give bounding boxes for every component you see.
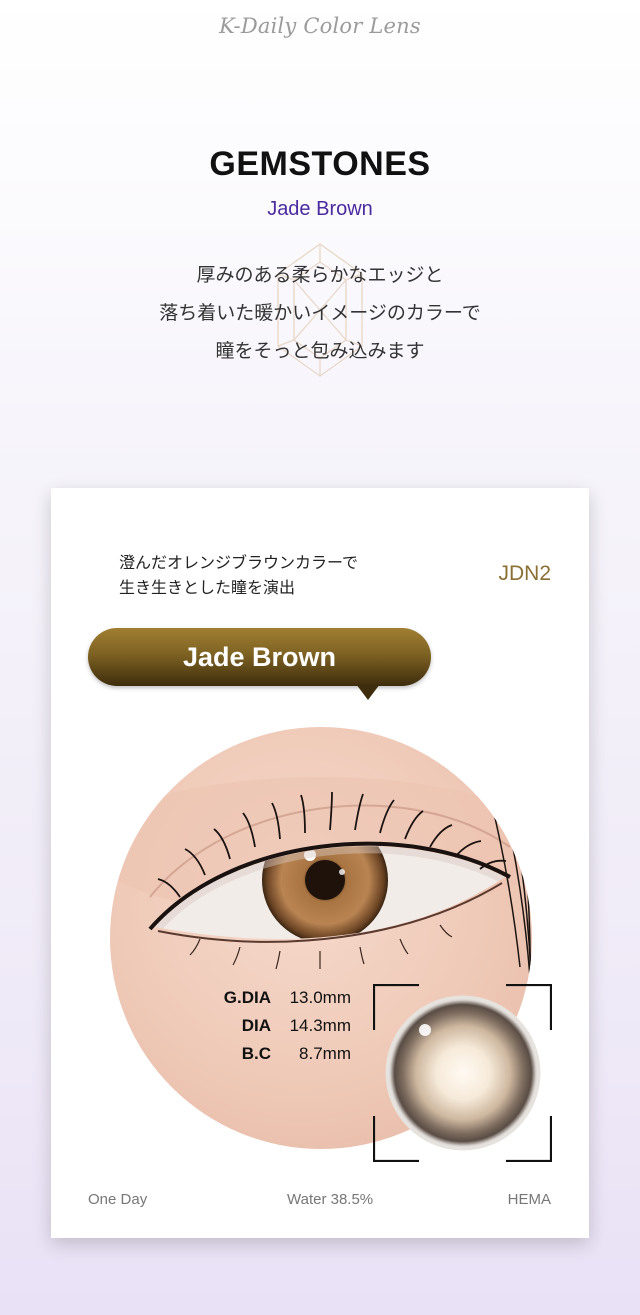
spec-row-gdia: G.DIA 13.0mm <box>201 984 351 1012</box>
color-name-badge: Jade Brown <box>88 628 431 686</box>
spec-label: B.C <box>241 1044 271 1063</box>
description-line: 厚みのある柔らかなエッジと <box>196 264 444 286</box>
spec-row-dia: DIA 14.3mm <box>201 1012 351 1040</box>
lens-specs: G.DIA 13.0mm DIA 14.3mm B.C 8.7mm <box>201 984 351 1068</box>
card-description: 澄んだオレンジブラウンカラーで 生き生きとした瞳を演出 <box>119 550 358 600</box>
card-description-line: 生き生きとした瞳を演出 <box>119 578 296 597</box>
lens-type: One Day <box>88 1191 148 1208</box>
product-description: 厚みのある柔らかなエッジと 落ち着いた暖かいイメージのカラーで 瞳をそっと包み込… <box>0 256 640 370</box>
description-line: 瞳をそっと包み込みます <box>215 340 425 362</box>
spec-label: G.DIA <box>223 988 271 1007</box>
water-content: Water 38.5% <box>287 1191 374 1208</box>
collection-title: GEMSTONES <box>209 145 431 183</box>
product-code: JDN2 <box>498 562 551 585</box>
spec-value: 14.3mm <box>289 1016 351 1035</box>
spec-row-bc: B.C 8.7mm <box>201 1040 351 1068</box>
product-card: 澄んだオレンジブラウンカラーで 生き生きとした瞳を演出 JDN2 Jade Br… <box>51 488 589 1238</box>
spec-value: 13.0mm <box>289 988 351 1007</box>
lens-image <box>373 984 552 1162</box>
description-line: 落ち着いた暖かいイメージのカラーで <box>159 302 481 324</box>
color-name: Jade Brown <box>267 198 373 220</box>
lens-material: HEMA <box>507 1191 551 1208</box>
card-description-line: 澄んだオレンジブラウンカラーで <box>119 553 359 572</box>
product-page: K-Daily Color Lens GEMSTONES Jade Brown … <box>0 0 640 1315</box>
spec-label: DIA <box>241 1016 271 1035</box>
spec-value: 8.7mm <box>299 1044 351 1063</box>
brand-header: K-Daily Color Lens <box>219 14 421 38</box>
badge-pointer <box>356 684 380 700</box>
